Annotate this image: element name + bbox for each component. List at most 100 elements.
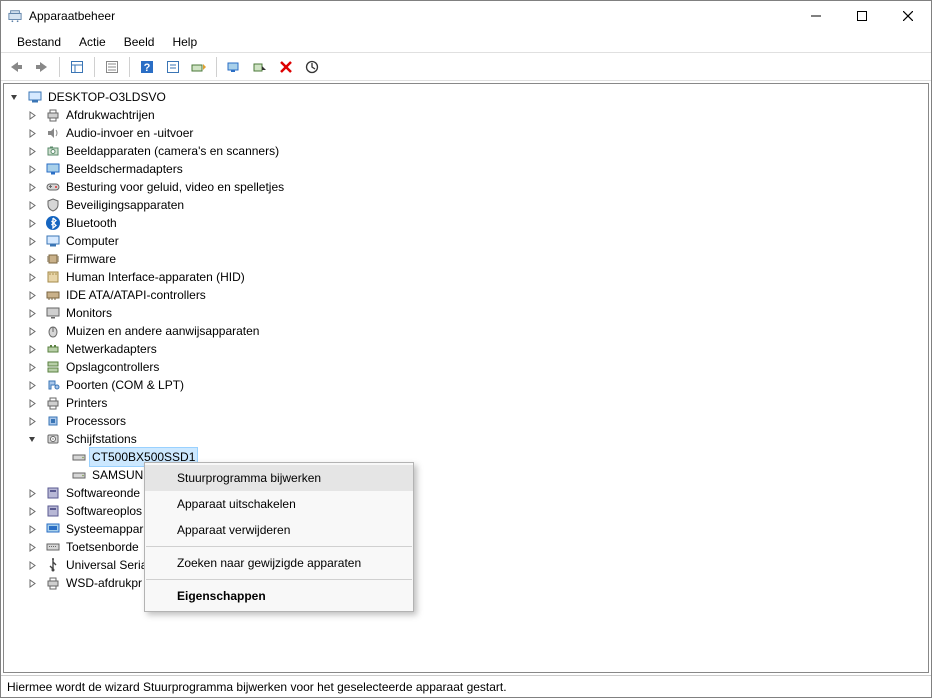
- drive-icon: [71, 467, 87, 483]
- expand-arrow-icon[interactable]: [28, 543, 42, 552]
- view-options-button[interactable]: [162, 56, 184, 78]
- show-hide-tree-button[interactable]: [66, 56, 88, 78]
- tree-category-display[interactable]: Beeldschermadapters: [8, 160, 928, 178]
- tree-label: IDE ATA/ATAPI-controllers: [64, 286, 208, 304]
- net-icon: [45, 341, 61, 357]
- properties-button[interactable]: [101, 56, 123, 78]
- tree-category-audio[interactable]: Audio-invoer en -uitvoer: [8, 124, 928, 142]
- expand-arrow-icon[interactable]: [28, 255, 42, 264]
- expand-arrow-icon[interactable]: [28, 579, 42, 588]
- close-button[interactable]: [885, 1, 931, 31]
- expand-arrow-icon[interactable]: [28, 129, 42, 138]
- tree-category-net[interactable]: Netwerkadapters: [8, 340, 928, 358]
- tree-category-disks[interactable]: Schijfstations: [8, 430, 928, 448]
- expand-arrow-icon[interactable]: [28, 327, 42, 336]
- tree-label: Opslagcontrollers: [64, 358, 161, 376]
- forward-button[interactable]: [31, 56, 53, 78]
- expand-arrow-icon[interactable]: [28, 237, 42, 246]
- context-menu-item[interactable]: Zoeken naar gewijzigde apparaten: [145, 550, 413, 576]
- printer-icon: [45, 395, 61, 411]
- tree-category-bluetooth[interactable]: Bluetooth: [8, 214, 928, 232]
- expand-arrow-icon[interactable]: [28, 363, 42, 372]
- context-menu-item[interactable]: Stuurprogramma bijwerken: [145, 465, 413, 491]
- drive-icon: [71, 449, 87, 465]
- back-button[interactable]: [5, 56, 27, 78]
- tree-label: Toetsenborde: [64, 538, 141, 556]
- context-menu-item[interactable]: Apparaat uitschakelen: [145, 491, 413, 517]
- sw-icon: [45, 503, 61, 519]
- tree-label: Systeemappar: [64, 520, 145, 538]
- tree-category-printqueues[interactable]: Afdrukwachtrijen: [8, 106, 928, 124]
- tree-label: WSD-afdrukpr: [64, 574, 144, 592]
- storage-icon: [45, 359, 61, 375]
- tree-category-hid[interactable]: Human Interface-apparaten (HID): [8, 268, 928, 286]
- window-title: Apparaatbeheer: [29, 9, 793, 23]
- expand-arrow-icon[interactable]: [28, 309, 42, 318]
- expand-arrow-icon[interactable]: [28, 525, 42, 534]
- expand-arrow-icon[interactable]: [28, 219, 42, 228]
- menu-action[interactable]: Actie: [71, 33, 114, 51]
- tree-category-computer[interactable]: Computer: [8, 232, 928, 250]
- menu-help[interactable]: Help: [164, 33, 205, 51]
- tree-category-firmware[interactable]: Firmware: [8, 250, 928, 268]
- tree-label: Processors: [64, 412, 128, 430]
- expand-arrow-icon[interactable]: [28, 507, 42, 516]
- uninstall-button[interactable]: [275, 56, 297, 78]
- scan-changes-button[interactable]: [301, 56, 323, 78]
- tree-category-mice[interactable]: Muizen en andere aanwijsapparaten: [8, 322, 928, 340]
- window-buttons: [793, 1, 931, 31]
- update-driver-button[interactable]: [223, 56, 245, 78]
- expand-arrow-icon[interactable]: [28, 165, 42, 174]
- status-text: Hiermee wordt de wizard Stuurprogramma b…: [7, 680, 507, 694]
- disable-button[interactable]: [249, 56, 271, 78]
- root-icon: [27, 89, 43, 105]
- body: DESKTOP-O3LDSVOAfdrukwachtrijenAudio-inv…: [1, 81, 931, 675]
- expand-arrow-icon[interactable]: [28, 345, 42, 354]
- expand-arrow-icon[interactable]: [28, 561, 42, 570]
- expand-arrow-icon[interactable]: [28, 201, 42, 210]
- context-menu-separator: [146, 546, 412, 547]
- tree-label: Softwareonde: [64, 484, 142, 502]
- collapse-arrow-icon[interactable]: [28, 435, 42, 444]
- bluetooth-icon: [45, 215, 61, 231]
- context-menu-item[interactable]: Eigenschappen: [145, 583, 413, 609]
- tree-category-printers[interactable]: Printers: [8, 394, 928, 412]
- tree-category-imaging[interactable]: Beeldapparaten (camera's en scanners): [8, 142, 928, 160]
- tree-label: Besturing voor geluid, video en spelletj…: [64, 178, 286, 196]
- scan-button[interactable]: [188, 56, 210, 78]
- device-manager-window: Apparaatbeheer Bestand Actie Beeld Help …: [0, 0, 932, 698]
- tree-category-storage[interactable]: Opslagcontrollers: [8, 358, 928, 376]
- expand-arrow-icon[interactable]: [28, 489, 42, 498]
- tree-category-security[interactable]: Beveiligingsapparaten: [8, 196, 928, 214]
- expand-arrow-icon[interactable]: [28, 147, 42, 156]
- expand-arrow-icon[interactable]: [28, 291, 42, 300]
- port-icon: [45, 377, 61, 393]
- device-tree[interactable]: DESKTOP-O3LDSVOAfdrukwachtrijenAudio-inv…: [3, 83, 929, 673]
- tree-category-ide[interactable]: IDE ATA/ATAPI-controllers: [8, 286, 928, 304]
- printer-icon: [45, 107, 61, 123]
- usb-icon: [45, 557, 61, 573]
- maximize-button[interactable]: [839, 1, 885, 31]
- tree-category-ports[interactable]: Poorten (COM & LPT): [8, 376, 928, 394]
- menu-file[interactable]: Bestand: [9, 33, 69, 51]
- expand-arrow-icon[interactable]: [28, 183, 42, 192]
- menubar: Bestand Actie Beeld Help: [1, 31, 931, 53]
- toolbar: ?: [1, 53, 931, 81]
- expand-arrow-icon[interactable]: [28, 273, 42, 282]
- minimize-button[interactable]: [793, 1, 839, 31]
- context-menu-item[interactable]: Apparaat verwijderen: [145, 517, 413, 543]
- expand-arrow-icon[interactable]: [28, 381, 42, 390]
- help-button[interactable]: ?: [136, 56, 158, 78]
- expand-arrow-icon[interactable]: [28, 417, 42, 426]
- tree-category-monitors[interactable]: Monitors: [8, 304, 928, 322]
- tree-category-sgv[interactable]: Besturing voor geluid, video en spelletj…: [8, 178, 928, 196]
- camera-icon: [45, 143, 61, 159]
- expand-arrow-icon[interactable]: [28, 111, 42, 120]
- tree-label: Schijfstations: [64, 430, 139, 448]
- tree-category-cpu[interactable]: Processors: [8, 412, 928, 430]
- expand-arrow-icon[interactable]: [28, 399, 42, 408]
- collapse-arrow-icon[interactable]: [10, 93, 24, 102]
- context-menu-separator: [146, 579, 412, 580]
- tree-root[interactable]: DESKTOP-O3LDSVO: [8, 88, 928, 106]
- menu-view[interactable]: Beeld: [116, 33, 163, 51]
